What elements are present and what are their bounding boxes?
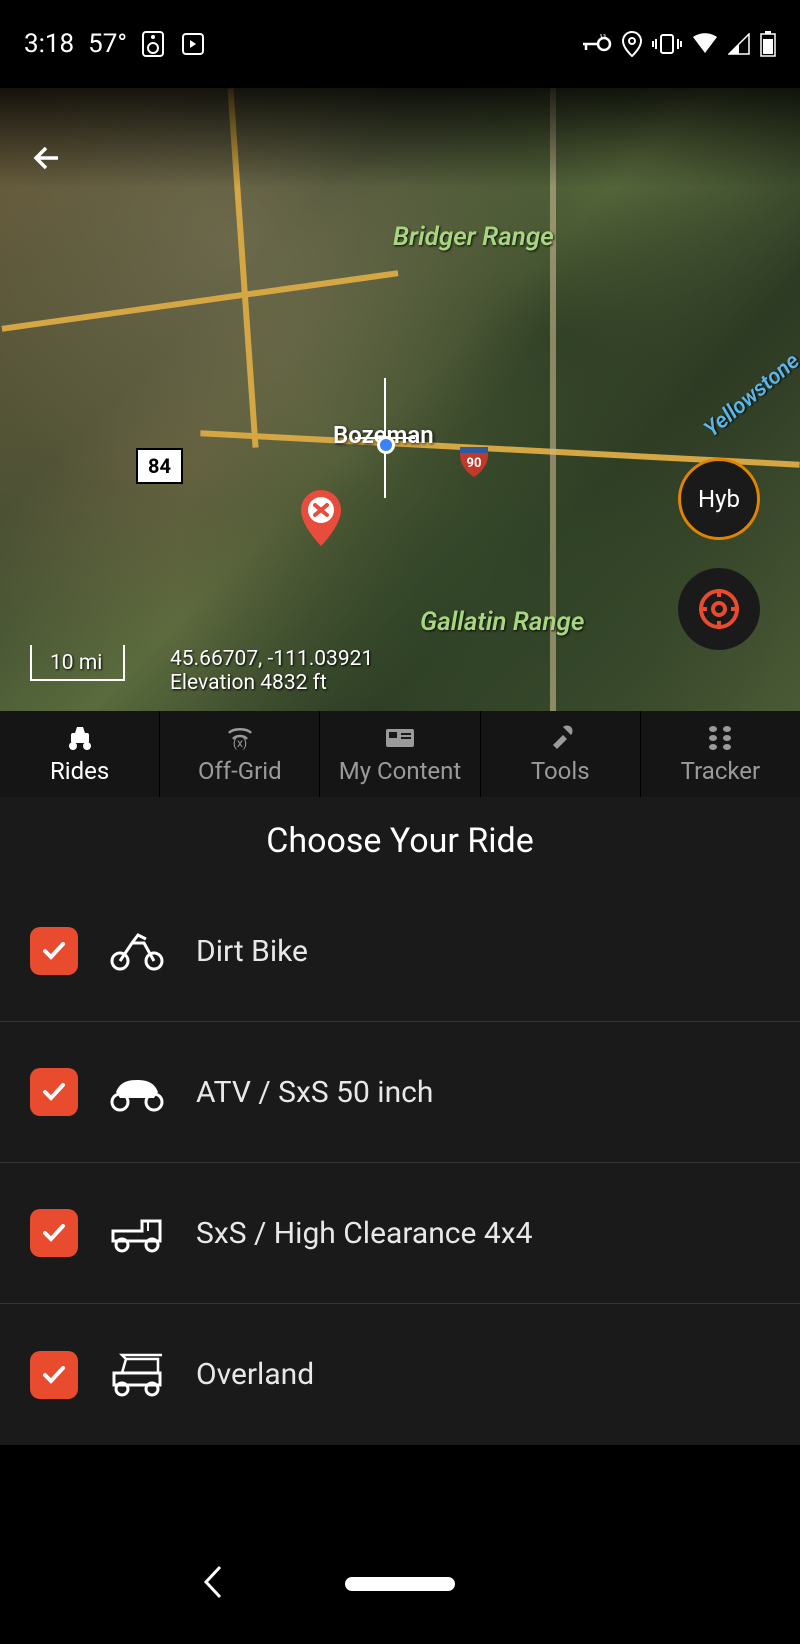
location-icon (622, 31, 642, 57)
checkbox[interactable] (30, 927, 78, 975)
sxs-icon (108, 1213, 166, 1253)
tab-offgrid[interactable]: (x) Off-Grid (160, 711, 320, 797)
svg-text:90: 90 (467, 456, 482, 471)
scale-bar: 10 mi (30, 645, 125, 681)
map-label-gallatin: Gallatin Range (420, 608, 584, 637)
signal-icon (728, 33, 750, 55)
map-view[interactable]: Bridger Range Gallatin Range Yellowstone… (0, 88, 800, 711)
interstate-shield-icon: 90 (456, 443, 492, 479)
tab-bar: Rides (x) Off-Grid My Content Tools Trac… (0, 711, 800, 797)
dirtbike-icon (108, 931, 166, 971)
status-temp: 57° (88, 29, 127, 59)
ride-item-dirtbike[interactable]: Dirt Bike (0, 881, 800, 1022)
tab-rides[interactable]: Rides (0, 711, 160, 797)
atv-icon (108, 1072, 166, 1112)
checkbox[interactable] (30, 1351, 78, 1399)
ride-label: SxS / High Clearance 4x4 (196, 1216, 532, 1251)
map-label-bridger: Bridger Range (393, 223, 554, 252)
speaker-icon (141, 30, 165, 58)
map-pin-icon[interactable] (298, 488, 344, 552)
battery-icon (760, 31, 776, 57)
ride-item-sxs[interactable]: SxS / High Clearance 4x4 (0, 1163, 800, 1304)
wifi-icon (692, 33, 718, 55)
tracker-icon (705, 723, 735, 753)
svg-text:G: G (600, 34, 606, 41)
mycontent-icon (383, 723, 417, 753)
ride-list: Dirt Bike ATV / SxS 50 inch SxS / High C… (0, 881, 800, 1445)
tools-icon (545, 723, 575, 753)
recenter-button[interactable] (678, 568, 760, 650)
key-icon: G (580, 34, 612, 54)
tab-mycontent[interactable]: My Content (320, 711, 480, 797)
ride-item-atv[interactable]: ATV / SxS 50 inch (0, 1022, 800, 1163)
tab-tools[interactable]: Tools (481, 711, 641, 797)
overland-icon (108, 1355, 166, 1395)
user-location-dot (377, 436, 395, 454)
system-back-button[interactable] (200, 1563, 224, 1605)
checkbox[interactable] (30, 1209, 78, 1257)
vibrate-icon (652, 32, 682, 56)
map-type-button[interactable]: Hyb (678, 458, 760, 540)
section-title: Choose Your Ride (0, 797, 800, 881)
rides-icon (63, 723, 97, 753)
ride-label: Overland (196, 1357, 314, 1392)
svg-text:(x): (x) (233, 736, 247, 750)
status-time: 3:18 (24, 29, 74, 59)
checkbox[interactable] (30, 1068, 78, 1116)
phone-sync-icon (179, 30, 207, 58)
offgrid-icon: (x) (223, 723, 257, 753)
system-nav-bar (0, 1524, 800, 1644)
ride-label: Dirt Bike (196, 934, 308, 969)
route-shield: 84 (136, 448, 183, 484)
ride-item-overland[interactable]: Overland (0, 1304, 800, 1445)
status-bar: 3:18 57° G (0, 0, 800, 88)
tab-tracker[interactable]: Tracker (641, 711, 800, 797)
back-button[interactable] (28, 138, 68, 182)
ride-label: ATV / SxS 50 inch (196, 1075, 433, 1110)
coordinates-display: 45.66707, -111.03921 Elevation 4832 ft (170, 647, 373, 695)
home-indicator[interactable] (345, 1577, 455, 1591)
